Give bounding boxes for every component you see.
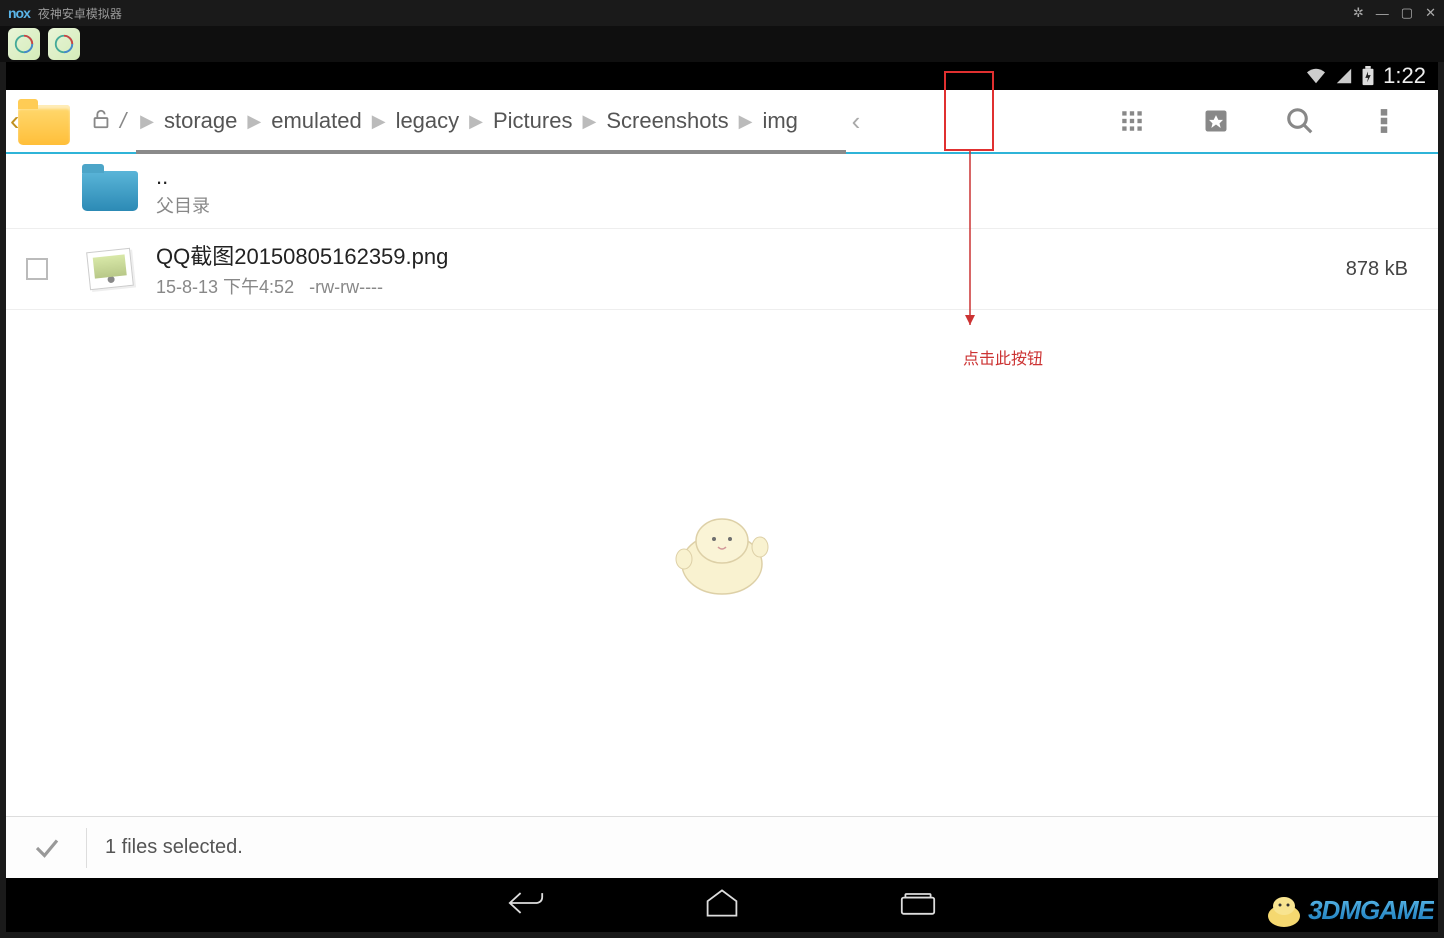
chevron-right-icon: ▶: [372, 111, 386, 132]
minimize-icon[interactable]: —: [1376, 6, 1389, 21]
wifi-icon: [1305, 67, 1327, 85]
nav-home-button[interactable]: [704, 888, 740, 923]
file-meta: 父目录: [156, 192, 1418, 218]
watermark-logo: 3DMGAME: [1264, 892, 1434, 928]
home-folder-button[interactable]: ‹: [18, 97, 74, 145]
breadcrumb-item[interactable]: legacy: [396, 108, 460, 134]
breadcrumb-item[interactable]: Screenshots: [606, 108, 728, 134]
chevron-right-icon: ▶: [582, 111, 596, 132]
annotation-label: 点击此按钮: [963, 345, 1043, 369]
file-row[interactable]: QQ截图20150805162359.png 15-8-13 下午4:52 -r…: [6, 229, 1438, 310]
maximize-icon[interactable]: ▢: [1401, 5, 1413, 21]
selection-bar: 1 files selected.: [6, 816, 1438, 878]
file-list: .. 父目录 QQ截图20150805162359.png 15-8-13 下午…: [6, 154, 1438, 816]
android-screen: 1:22 ‹ / ▶ storage ▶ emulated ▶ legacy ▶…: [6, 62, 1438, 932]
file-meta: 15-8-13 下午4:52 -rw-rw----: [156, 273, 1346, 299]
breadcrumb-item[interactable]: storage: [164, 108, 237, 134]
emulator-titlebar: nox 夜神安卓模拟器 ✲ — ▢ ✕: [0, 0, 1444, 26]
emulator-toolbar: [0, 26, 1444, 62]
emulator-title: 夜神安卓模拟器: [38, 5, 122, 22]
search-button[interactable]: [1272, 97, 1328, 145]
breadcrumb-item[interactable]: emulated: [271, 108, 362, 134]
breadcrumb-item[interactable]: Pictures: [493, 108, 572, 134]
nox-logo: nox: [8, 5, 30, 21]
mascot-watermark: [662, 509, 782, 604]
chevron-right-icon: ▶: [469, 111, 483, 132]
divider: [86, 828, 87, 868]
breadcrumb: ▶ storage ▶ emulated ▶ legacy ▶ Pictures…: [130, 108, 798, 134]
chevron-right-icon: ▶: [140, 111, 154, 132]
file-name: QQ截图20150805162359.png: [156, 239, 1346, 271]
android-nav-bar: [6, 878, 1438, 932]
file-name: ..: [156, 164, 1418, 190]
android-status-bar: 1:22: [6, 62, 1438, 90]
folder-icon: [82, 168, 138, 214]
watermark-text: 3DMGAME: [1308, 895, 1434, 926]
view-mode-button[interactable]: [1104, 97, 1160, 145]
breadcrumb-back-button[interactable]: ‹: [828, 97, 884, 145]
parent-dir-row[interactable]: .. 父目录: [6, 154, 1438, 229]
file-checkbox[interactable]: [26, 258, 48, 280]
status-time: 1:22: [1383, 63, 1426, 89]
close-icon[interactable]: ✕: [1425, 5, 1436, 21]
toolbar-app-icon-2[interactable]: [48, 28, 80, 60]
chevron-right-icon: ▶: [247, 111, 261, 132]
app-action-bar: ‹ / ▶ storage ▶ emulated ▶ legacy ▶ Pict…: [6, 90, 1438, 154]
nav-recent-button[interactable]: [900, 890, 936, 921]
breadcrumb-root[interactable]: /: [120, 108, 126, 134]
image-file-icon: [82, 246, 138, 292]
nav-back-button[interactable]: [508, 889, 544, 922]
toolbar-app-icon-1[interactable]: [8, 28, 40, 60]
breadcrumb-item[interactable]: img: [762, 108, 797, 134]
signal-icon: [1335, 67, 1353, 85]
file-size: 878 kB: [1346, 258, 1408, 281]
battery-icon: [1361, 66, 1375, 86]
chevron-right-icon: ▶: [739, 111, 753, 132]
unlock-icon[interactable]: [90, 108, 112, 135]
confirm-selection-button[interactable]: [30, 831, 64, 865]
bookmark-button[interactable]: [1188, 97, 1244, 145]
selection-count-text: 1 files selected.: [105, 836, 243, 859]
settings-icon[interactable]: ✲: [1353, 5, 1364, 21]
overflow-menu-button[interactable]: [1356, 97, 1412, 145]
